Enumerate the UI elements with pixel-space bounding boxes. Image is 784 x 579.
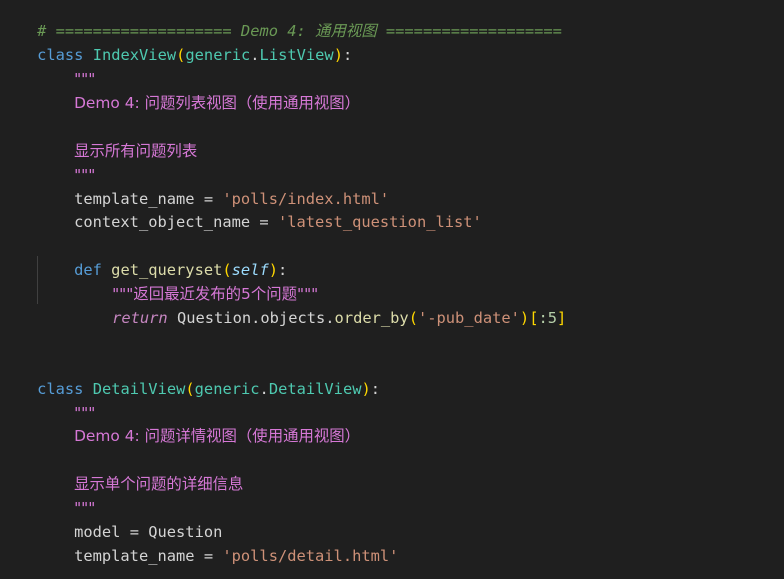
paren-close: ) [333,46,343,64]
string-literal: 'polls/detail.html' [222,547,399,565]
paren-close: ) [361,380,371,398]
dot: . [259,380,269,398]
code-line-model: model = Question [37,496,222,541]
code-line-doc-2: 显示所有问题列表 [37,115,197,160]
method-call: order_by [334,309,409,327]
code-line-template-name: template_name = 'polls/detail.html' [37,520,398,565]
code-line-context-object-name: context_object_name = 'latest_question_l… [37,186,482,231]
code-line-comment: # =================== Demo 4: 通用视图 =====… [0,0,562,40]
dot: . [251,309,261,327]
attribute-name: context_object_name [74,213,251,231]
base-class: DetailView [268,380,362,398]
code-line-doc-close: """ [37,472,95,517]
paren-open: ( [185,380,195,398]
paren-open: ( [176,46,186,64]
paren-close: ) [519,309,530,327]
class-name: IndexView [92,46,177,64]
model-reference: Question [176,309,252,327]
manager-attribute: objects [260,309,326,327]
code-line-def: def get_queryset(self): [37,234,287,279]
code-line-doc-2: 显示单个问题的详细信息 [37,448,243,493]
dot: . [325,309,335,327]
code-line-class-detailview: class DetailView(generic.DetailView): [0,353,380,398]
colon: : [370,380,381,398]
string-literal: 'latest_question_list' [277,213,482,231]
bracket-close: ] [557,309,567,327]
return-keyword: return [112,309,168,327]
base-class: ListView [259,46,334,64]
code-line-template-name: template_name = 'polls/index.html' [37,163,389,208]
code-line-return: return Question.objects.order_by('-pub_d… [75,282,566,327]
base-module: generic [194,380,260,398]
colon: : [342,46,353,64]
assign-operator: = [194,547,223,565]
docstring-text: Demo 4: 问题详情视图（使用通用视图） [74,427,361,445]
code-line-doc-1: Demo 4: 问题详情视图（使用通用视图） [37,400,360,445]
paren-open: ( [408,309,418,327]
string-literal: '-pub_date' [417,309,520,327]
assign-operator: = [250,213,278,231]
base-module: generic [185,46,251,64]
code-line-class-indexview: class IndexView(generic.ListView): [0,19,352,64]
attribute-name: template_name [74,547,195,565]
code-line-doc-open: """ [37,377,95,422]
code-line-doc-open: """ [37,43,95,88]
dot: . [250,46,260,64]
class-name: DetailView [92,380,186,398]
docstring-text: Demo 4: 问题列表视图（使用通用视图） [74,94,361,112]
docstring-text: 显示单个问题的详细信息 [74,475,244,493]
code-line-doc-close: """ [37,139,95,184]
code-line-doc-1: Demo 4: 问题列表视图（使用通用视图） [37,67,360,112]
code-editor[interactable]: # =================== Demo 4: 通用视图 =====… [0,0,784,579]
slice-expression: :5 [538,309,558,327]
code-line-method-doc: """返回最近发布的5个问题""" [75,258,318,303]
